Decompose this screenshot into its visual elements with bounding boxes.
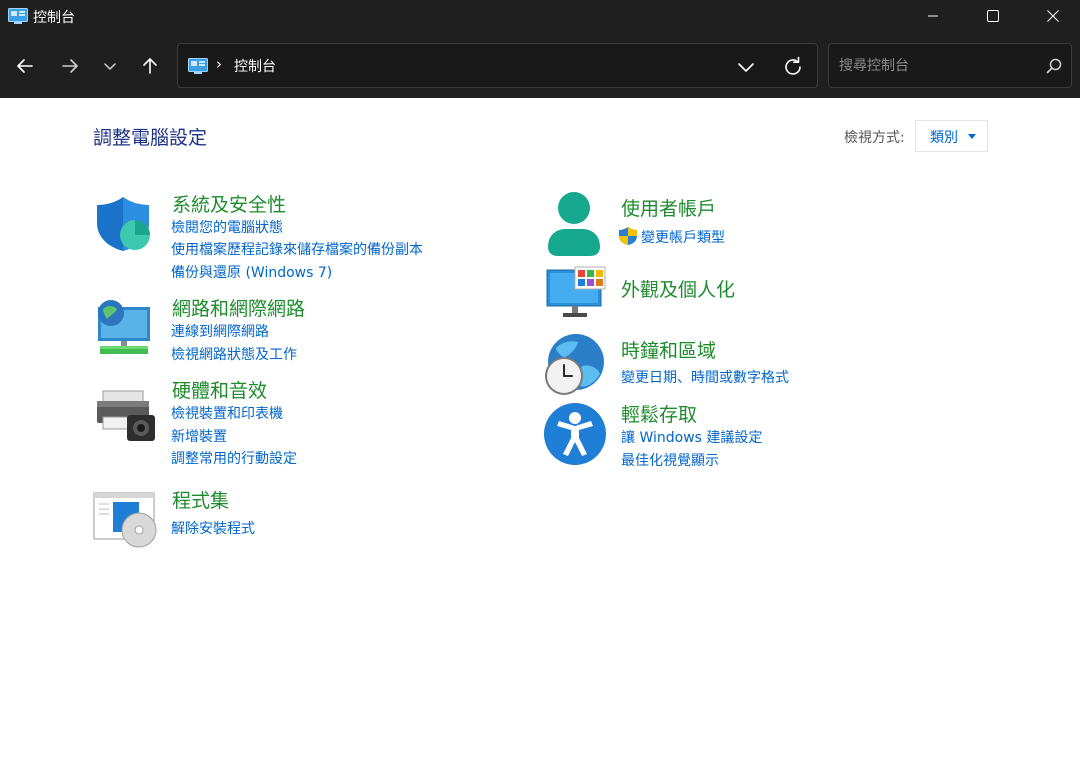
- arrow-right-icon: [62, 59, 78, 73]
- control-panel-icon: [8, 8, 28, 24]
- view-by-dropdown[interactable]: 類別: [915, 120, 988, 152]
- search-box[interactable]: [828, 43, 1072, 88]
- window-title: 控制台: [33, 10, 75, 26]
- programs-icon[interactable]: [93, 492, 157, 548]
- uac-shield-icon: [619, 227, 637, 245]
- up-button[interactable]: [136, 52, 164, 80]
- view-by-value: 類別: [930, 130, 958, 146]
- forward-button[interactable]: [56, 52, 84, 80]
- minimize-button[interactable]: [903, 0, 963, 32]
- category-system-security[interactable]: 系統及安全性: [172, 190, 286, 217]
- search-input[interactable]: [839, 56, 1039, 76]
- minimize-icon: [928, 15, 938, 17]
- close-button[interactable]: [1023, 0, 1080, 32]
- chevron-down-icon: [104, 63, 116, 70]
- category-user-accounts[interactable]: 使用者帳戶: [621, 194, 716, 221]
- breadcrumb-control-panel[interactable]: 控制台: [234, 56, 276, 76]
- arrow-up-icon: [143, 58, 157, 74]
- search-icon[interactable]: [1045, 57, 1063, 75]
- clock-globe-icon[interactable]: [542, 332, 608, 398]
- link-mobility-settings[interactable]: 調整常用的行動設定: [171, 448, 297, 468]
- maximize-button[interactable]: [963, 0, 1023, 32]
- recent-locations-button[interactable]: [96, 52, 124, 80]
- category-hardware-sound[interactable]: 硬體和音效: [172, 376, 267, 403]
- title-bar[interactable]: 控制台: [0, 0, 1080, 32]
- category-clock-region[interactable]: 時鐘和區域: [621, 336, 716, 363]
- navigation-bar: › 控制台: [0, 32, 1080, 98]
- view-by-label: 檢視方式:: [844, 130, 905, 146]
- link-connect-internet[interactable]: 連線到網際網路: [171, 321, 269, 341]
- link-uninstall-program[interactable]: 解除安裝程式: [171, 518, 255, 538]
- category-programs[interactable]: 程式集: [172, 486, 229, 513]
- category-network-internet[interactable]: 網路和網際網路: [172, 294, 305, 321]
- control-panel-icon: [188, 58, 208, 74]
- link-review-computer-status[interactable]: 檢閱您的電腦狀態: [171, 217, 283, 237]
- user-account-icon[interactable]: [544, 191, 604, 257]
- close-icon: [1047, 10, 1059, 22]
- link-change-date-time-format[interactable]: 變更日期、時間或數字格式: [621, 367, 789, 387]
- chevron-down-icon[interactable]: [735, 56, 757, 78]
- address-bar[interactable]: › 控制台: [177, 43, 818, 88]
- shield-icon[interactable]: [95, 195, 153, 253]
- category-ease-of-access[interactable]: 輕鬆存取: [621, 400, 697, 427]
- link-backup-restore[interactable]: 備份與還原 (Windows 7): [171, 262, 332, 282]
- accessibility-icon[interactable]: [543, 402, 607, 466]
- link-optimize-visual-display[interactable]: 最佳化視覺顯示: [621, 450, 719, 470]
- breadcrumb-separator[interactable]: ›: [216, 55, 222, 73]
- link-let-windows-suggest[interactable]: 讓 Windows 建議設定: [621, 427, 762, 447]
- back-button[interactable]: [11, 52, 39, 80]
- refresh-icon[interactable]: [781, 55, 805, 79]
- link-devices-printers[interactable]: 檢視裝置和印表機: [171, 403, 283, 423]
- arrow-left-icon: [17, 59, 33, 73]
- printer-icon[interactable]: [95, 389, 157, 443]
- network-globe-icon[interactable]: [95, 299, 153, 357]
- page-title: 調整電腦設定: [93, 127, 208, 149]
- caret-down-icon: [968, 134, 976, 139]
- link-add-device[interactable]: 新增裝置: [171, 426, 227, 446]
- maximize-icon: [987, 10, 999, 22]
- link-file-history-backup[interactable]: 使用檔案歷程記錄來儲存檔案的備份副本: [171, 239, 423, 259]
- appearance-monitor-icon[interactable]: [545, 266, 607, 320]
- category-appearance-personalization[interactable]: 外觀及個人化: [621, 275, 735, 302]
- link-change-account-type[interactable]: 變更帳戶類型: [641, 227, 725, 247]
- link-network-status[interactable]: 檢視網路狀態及工作: [171, 344, 297, 364]
